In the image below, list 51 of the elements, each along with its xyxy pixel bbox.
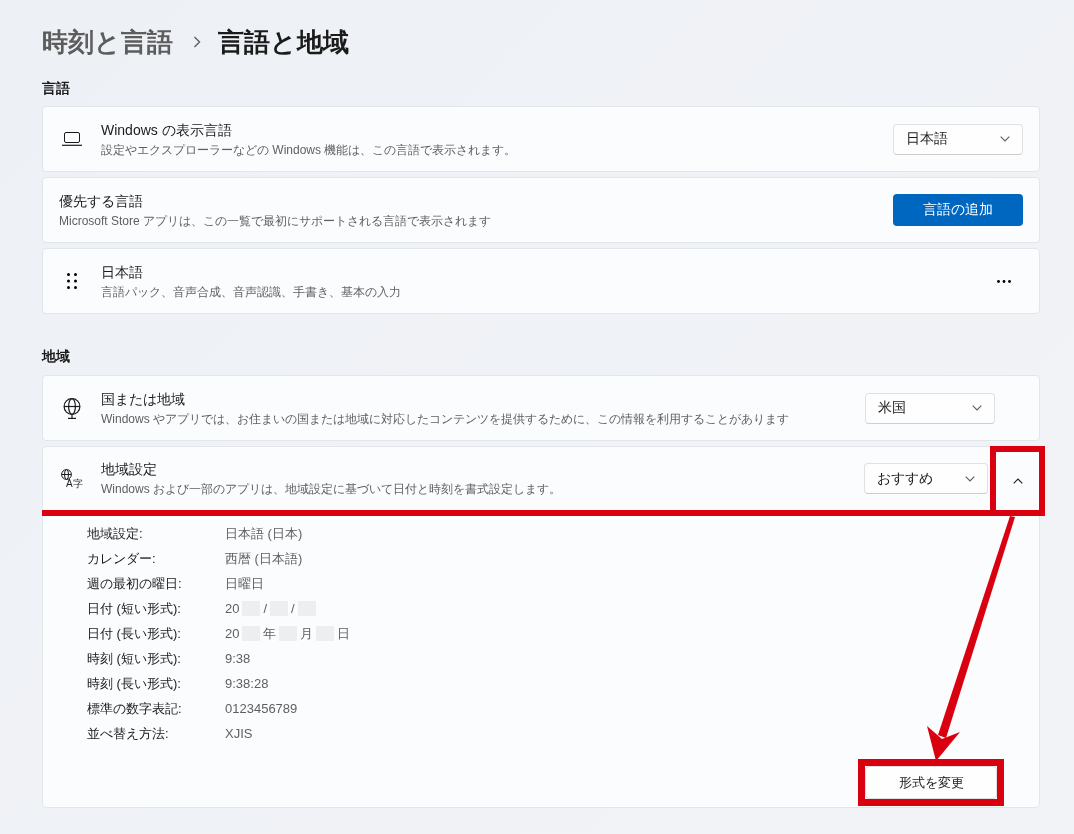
detail-label: 日付 (長い形式): [87, 625, 182, 643]
chevron-right-icon [193, 36, 201, 48]
setting-description: 言語パック、音声合成、音声認識、手書き、基本の入力 [101, 283, 401, 300]
date-value-part: 日 [337, 625, 351, 643]
date-value-part: 月 [300, 625, 314, 643]
dropdown[interactable]: 日本語 [893, 123, 1023, 155]
laptop-icon [62, 132, 82, 146]
detail-label: 週の最初の曜日: [87, 575, 183, 593]
setting-title: Windows の表示言語 [101, 120, 232, 140]
setting-description: Microsoft Store アプリは、この一覧で最初にサポートされる言語で表示されます [59, 212, 492, 229]
detail-label: 時刻 (長い形式): [87, 675, 182, 693]
date-value-part: / [263, 600, 268, 618]
date-value-part: 年 [263, 625, 277, 643]
section-heading: 言語 [42, 79, 71, 98]
breadcrumb-link[interactable]: 時刻と言語 [42, 25, 173, 59]
add-language-button[interactable]: 言語の追加 [893, 194, 1023, 226]
page-title: 言語と地域 [218, 26, 349, 59]
section-heading: 地域 [42, 347, 71, 366]
globe-icon [63, 397, 81, 419]
detail-value: 0123456789 [225, 700, 299, 718]
setting-title: 国または地域 [101, 389, 185, 409]
more-icon [997, 279, 1011, 283]
chevron-down-icon [972, 405, 982, 411]
setting-description: 設定やエクスプローラーなどの Windows 機能は、この言語で表示されます。 [101, 141, 517, 158]
date-value-part: 20 [225, 625, 240, 643]
detail-label: カレンダー: [87, 550, 157, 568]
change-format-button[interactable]: 形式を変更 [865, 766, 997, 799]
drag-handle-icon[interactable] [67, 273, 77, 289]
date-value-part: / [291, 600, 295, 618]
setting-description: Windows やアプリでは、お住まいの国または地域に対応したコンテンツを提供するために、この情報を利用することがあります [101, 410, 789, 427]
detail-label: 時刻 (短い形式): [87, 650, 182, 668]
chevron-down-icon [965, 475, 975, 482]
dropdown[interactable]: 米国 [865, 392, 995, 424]
setting-description: Windows および一部のアプリは、地域設定に基づいて日付と時刻を書式設定します。 [101, 481, 561, 497]
dropdown[interactable]: おすすめ [864, 463, 988, 494]
setting-title: 日本語 [101, 262, 143, 282]
detail-value: XJIS [225, 725, 254, 743]
detail-value: 9:38:28 [225, 675, 270, 693]
detail-value: 9:38 [225, 650, 252, 668]
chevron-up-icon [1012, 477, 1023, 484]
detail-value: 日曜日 [225, 575, 265, 593]
detail-label: 並べ替え方法: [87, 725, 170, 743]
detail-label: 地域設定: [87, 525, 144, 543]
chevron-down-icon [1000, 136, 1010, 142]
detail-label: 標準の数字表記: [87, 700, 183, 718]
setting-title: 地域設定 [101, 460, 157, 479]
detail-value: 西暦 (日本語) [225, 550, 304, 568]
date-value-part: 20 [225, 600, 240, 618]
setting-title: 優先する言語 [59, 191, 143, 211]
detail-label: 日付 (短い形式): [87, 600, 182, 618]
detail-value: 日本語 (日本) [225, 525, 304, 543]
